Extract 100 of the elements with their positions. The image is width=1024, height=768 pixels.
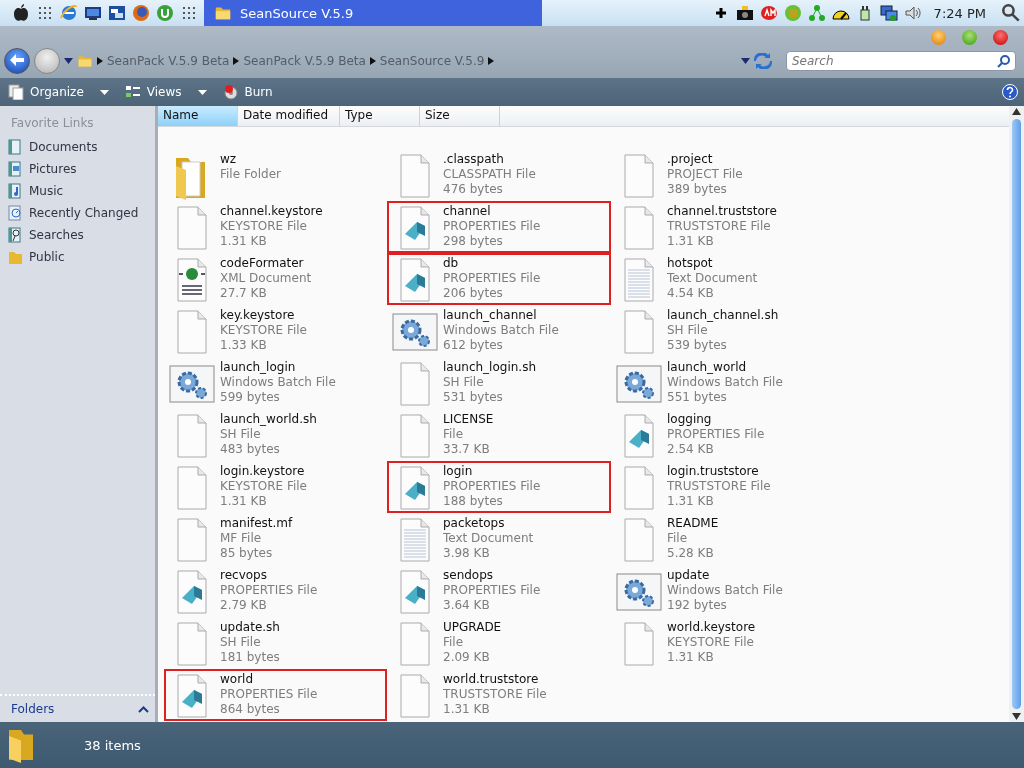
apple-icon[interactable] <box>12 4 30 22</box>
file-type: SH File <box>443 375 485 390</box>
file-type: File Folder <box>220 167 281 182</box>
file-name[interactable]: codeFormater <box>220 256 312 271</box>
file-name[interactable]: wz <box>220 152 281 167</box>
file-name[interactable]: channel.keystore <box>220 204 323 219</box>
file-name[interactable]: packetops <box>443 516 534 531</box>
back-button[interactable] <box>4 48 30 74</box>
monitor-icon[interactable] <box>84 4 102 22</box>
highlight-box[interactable]: login PROPERTIES File 188 bytes <box>387 461 611 513</box>
file-size: 192 bytes <box>667 598 728 613</box>
search-field[interactable]: Search <box>786 51 1016 71</box>
column-header[interactable]: Type <box>340 106 420 126</box>
clock-text: 7:24 PM <box>933 5 986 21</box>
sidebar-item[interactable]: Pictures <box>0 158 155 180</box>
sidebar-item[interactable]: Recently Changed <box>0 202 155 224</box>
sidebar-item[interactable]: Public <box>0 246 155 268</box>
file-name[interactable]: launch_channel.sh <box>667 308 779 323</box>
file-name[interactable]: world.truststore <box>443 672 547 687</box>
toolbar-button[interactable]: Views <box>122 81 184 103</box>
chevron-icon[interactable] <box>488 57 495 65</box>
scroll-down-icon[interactable] <box>1012 713 1021 720</box>
file-name[interactable]: .project <box>667 152 743 167</box>
file-type: Windows Batch File <box>667 375 783 390</box>
windows-icon[interactable] <box>108 4 126 22</box>
highlight-box[interactable]: db PROPERTIES File 206 bytes <box>387 253 611 305</box>
file-name[interactable]: key.keystore <box>220 308 307 323</box>
fox-globe-icon[interactable] <box>132 4 150 22</box>
file-name[interactable]: logging <box>667 412 765 427</box>
back-arrow-icon <box>10 53 24 66</box>
file-name[interactable]: world <box>220 672 318 687</box>
file-name[interactable]: launch_login <box>220 360 336 375</box>
file-name[interactable]: login.truststore <box>667 464 771 479</box>
camera-icon[interactable] <box>735 4 754 22</box>
column-header[interactable]: Date modified <box>238 106 340 126</box>
file-name[interactable]: UPGRADE <box>443 620 502 635</box>
help-icon[interactable] <box>1002 84 1018 100</box>
pages-icon <box>8 84 24 100</box>
dropdown-icon[interactable] <box>741 58 750 64</box>
chevron-icon[interactable] <box>369 57 376 65</box>
column-header[interactable]: Name <box>158 106 238 126</box>
pictures-icon <box>7 161 23 177</box>
file-name[interactable]: db <box>443 256 541 271</box>
folder-icon <box>6 727 36 763</box>
file-type: File <box>443 427 465 442</box>
file-name[interactable]: login <box>443 464 541 479</box>
file-name[interactable]: launch_world <box>667 360 783 375</box>
file-name[interactable]: sendops <box>443 568 541 583</box>
file-size: 1.33 KB <box>220 338 268 353</box>
file-name[interactable]: channel <box>443 204 541 219</box>
file-name[interactable]: channel.truststore <box>667 204 777 219</box>
file-type: Windows Batch File <box>443 323 559 338</box>
chevron-icon[interactable] <box>97 57 103 65</box>
file-name[interactable]: .classpath <box>443 152 536 167</box>
chevron-up-icon <box>138 705 149 713</box>
highlight-box[interactable]: world PROPERTIES File 864 bytes <box>164 669 387 721</box>
file-name[interactable]: launch_channel <box>443 308 559 323</box>
highlight-box[interactable]: channel PROPERTIES File 298 bytes <box>387 201 611 253</box>
file-type: Windows Batch File <box>220 375 336 390</box>
file-name[interactable]: hotspot <box>667 256 758 271</box>
torrent-icon[interactable] <box>156 4 174 22</box>
search-icon[interactable] <box>997 54 1011 68</box>
messenger-icon[interactable] <box>759 4 778 22</box>
file-name[interactable]: update.sh <box>220 620 280 635</box>
file-size: 1.31 KB <box>443 702 491 717</box>
file-name[interactable]: world.keystore <box>667 620 756 635</box>
taskbar-button[interactable]: SeanSource V.5.9 <box>204 0 542 26</box>
volume-icon[interactable] <box>903 4 922 22</box>
chevron-icon[interactable] <box>233 57 240 65</box>
sidebar-item[interactable]: Music <box>0 180 155 202</box>
file-name[interactable]: launch_login.sh <box>443 360 536 375</box>
file-size: 5.28 KB <box>667 546 715 561</box>
toolbar-button[interactable]: Burn <box>220 81 275 103</box>
scroll-up-icon[interactable] <box>1012 108 1021 115</box>
search-icon[interactable] <box>1002 4 1020 22</box>
dropdown-icon[interactable] <box>99 89 109 95</box>
close-button[interactable] <box>993 30 1008 45</box>
file-name[interactable]: LICENSE <box>443 412 494 427</box>
toolbar-button[interactable]: Organize <box>6 81 86 103</box>
file-name[interactable]: manifest.mf <box>220 516 293 531</box>
scrollbar-thumb[interactable] <box>1012 119 1021 709</box>
dropdown-icon[interactable] <box>64 58 73 64</box>
file-name[interactable]: README <box>667 516 719 531</box>
file-name[interactable]: update <box>667 568 783 583</box>
disc-icon <box>222 84 239 100</box>
browser-icon[interactable] <box>60 4 78 22</box>
grid-icon[interactable] <box>180 4 198 22</box>
file-size: 483 bytes <box>220 442 281 457</box>
file-size: 4.54 KB <box>667 286 715 301</box>
network-nodes-icon[interactable] <box>807 4 826 22</box>
network-icon[interactable] <box>879 4 898 22</box>
file-name[interactable]: login.keystore <box>220 464 307 479</box>
sidebar-item[interactable]: Documents <box>0 136 155 158</box>
grid-icon[interactable] <box>36 4 54 22</box>
file-name[interactable]: launch_world.sh <box>220 412 317 427</box>
sidebar-item[interactable]: Searches <box>0 224 155 246</box>
file-name[interactable]: recvops <box>220 568 318 583</box>
dropdown-icon[interactable] <box>197 89 207 95</box>
file-size: 1.31 KB <box>667 234 715 249</box>
column-header[interactable]: Size <box>420 106 500 126</box>
